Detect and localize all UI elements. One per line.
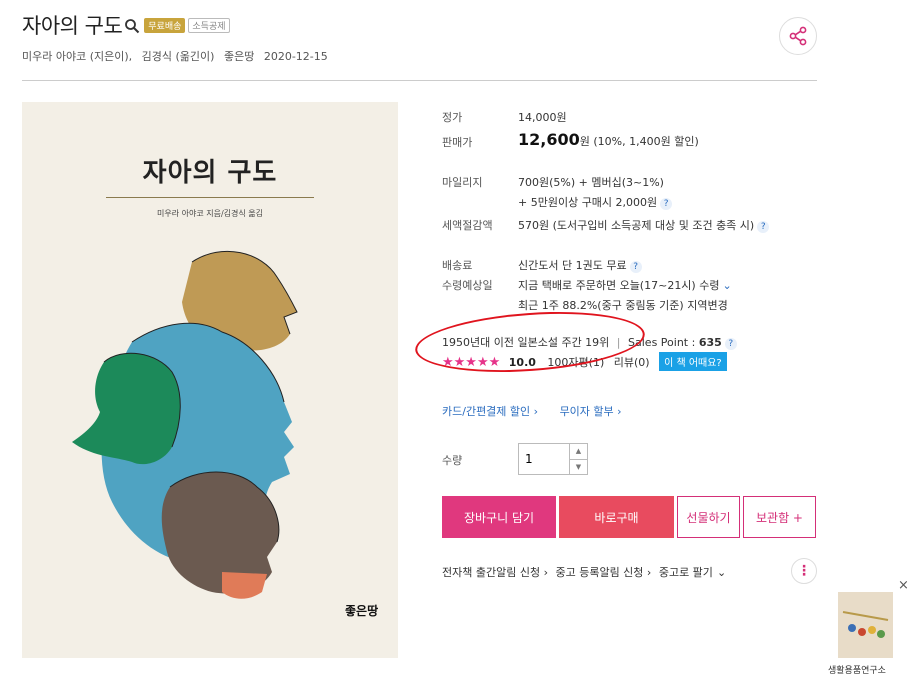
share-icon (789, 26, 807, 46)
how-is-this-book-button[interactable]: 이 책 어때요? (659, 352, 727, 371)
wishlist-button[interactable]: 보관함 + (743, 496, 816, 538)
review-link[interactable]: 리뷰(0) (614, 356, 650, 369)
cover-title: 자아의 구도 (142, 158, 278, 188)
cover-rule (106, 197, 314, 198)
page-title: 자아의 구도 (22, 14, 123, 38)
quantity-arrows[interactable]: ▲ ▼ (569, 444, 587, 474)
card-discount-link[interactable]: 카드/간편결제 할인 › (442, 405, 538, 418)
sale-price-unit: 원 (579, 135, 590, 148)
book-meta: 미우라 아야코 (지은이), 김경식 (옮긴이) 좋은땅 2020-12-15 (22, 48, 334, 64)
chevron-down-icon[interactable]: ▼ (570, 460, 587, 475)
sales-point-value: 635 (698, 336, 722, 349)
help-icon[interactable]: ? (629, 261, 642, 273)
sale-price: 12,600원 (10%, 1,400원 할인) (518, 130, 699, 149)
ad-label[interactable]: 생활용품연구소 (828, 663, 886, 676)
mileage-line1: 700원(5%) + 멤버십(3~1%) (518, 176, 664, 189)
help-icon[interactable]: ? (757, 221, 770, 233)
chevron-down-icon[interactable]: ⌄ (722, 279, 731, 292)
help-icon[interactable]: ? (724, 338, 737, 350)
author-link[interactable]: 미우라 아야코 (지은이), (22, 50, 132, 63)
chevron-up-icon[interactable]: ▲ (570, 444, 587, 460)
sale-price-value: 12,600 (518, 130, 580, 149)
close-icon[interactable]: × (898, 578, 909, 593)
mileage-line2: + 5만원이상 구매시 2,000원 (518, 196, 658, 209)
payment-links: 카드/간편결제 할인 › 무이자 할부 › (442, 403, 622, 419)
list-price-label: 정가 (442, 111, 463, 124)
bottom-links: 전자책 출간알림 신청 › 중고 등록알림 신청 › 중고로 팔기 ⌄ (442, 564, 730, 580)
delivery-line1-wrap[interactable]: 지금 택배로 주문하면 오늘(17~21시) 수령 ⌄ (518, 277, 732, 293)
used-alert-link[interactable]: 중고 등록알림 신청 › (555, 566, 651, 579)
quantity-input[interactable] (519, 444, 569, 474)
tax-value-wrap: 570원 (도서구입비 소득공제 대상 및 조건 충족 시)? (518, 217, 770, 233)
shipping-value-wrap: 신간도서 단 1권도 무료? (518, 257, 642, 273)
search-icon[interactable] (124, 18, 140, 34)
help-icon[interactable]: ? (660, 198, 673, 210)
buy-now-button[interactable]: 바로구매 (559, 496, 674, 538)
sale-price-note: (10%, 1,400원 할인) (593, 135, 699, 148)
ad-image (842, 611, 889, 638)
tax-label: 세액절감액 (442, 219, 493, 232)
delivery-line2: 최근 1주 88.2%(중구 중림동 기준) 지역변경 (518, 299, 728, 312)
qty-label: 수량 (442, 454, 463, 467)
delivery-line1: 지금 택배로 주문하면 오늘(17~21시) 수령 (518, 279, 720, 292)
header-divider (22, 80, 817, 81)
share-button[interactable] (779, 17, 817, 55)
free-shipping-badge: 무료배송 (144, 17, 186, 33)
cover-publisher: 좋은땅 (345, 604, 379, 618)
installment-link[interactable]: 무이자 할부 › (560, 405, 622, 418)
tax-deduction-badge: 소득공제 (188, 17, 230, 33)
shipping-value: 신간도서 단 1권도 무료 (518, 259, 627, 272)
sell-used-link[interactable]: 중고로 팔기 (659, 566, 713, 579)
gift-button[interactable]: 선물하기 (677, 496, 740, 538)
ad-thumbnail[interactable] (838, 592, 893, 658)
list-price-value: 14,000원 (518, 111, 567, 124)
shipping-label: 배송료 (442, 259, 473, 272)
mileage-line2-wrap: + 5만원이상 구매시 2,000원? (518, 194, 673, 210)
tax-value: 570원 (도서구입비 소득공제 대상 및 조건 충족 시) (518, 219, 755, 232)
sale-price-label: 판매가 (442, 136, 473, 149)
publish-date: 2020-12-15 (263, 50, 328, 63)
translator-link[interactable]: 김경식 (옮긴이) (142, 50, 215, 63)
mileage-label: 마일리지 (442, 176, 483, 189)
ebook-alert-link[interactable]: 전자책 출간알림 신청 › (442, 566, 548, 579)
cover-authors: 미우라 아야코 지음/김경식 옮김 (156, 209, 263, 218)
more-options-button[interactable]: ⋮ (791, 558, 817, 584)
publisher-link[interactable]: 좋은땅 (224, 50, 254, 63)
book-cover[interactable]: 자아의 구도 미우라 아야코 지음/김경식 옮김 좋은땅 (22, 102, 398, 658)
delivery-label: 수령예상일 (442, 279, 493, 292)
title-row: 자아의 구도 무료배송 소득공제 (22, 10, 230, 40)
add-to-cart-button[interactable]: 장바구니 담기 (442, 496, 556, 538)
quantity-stepper[interactable]: ▲ ▼ (518, 443, 588, 475)
chevron-down-icon[interactable]: ⌄ (717, 566, 726, 579)
